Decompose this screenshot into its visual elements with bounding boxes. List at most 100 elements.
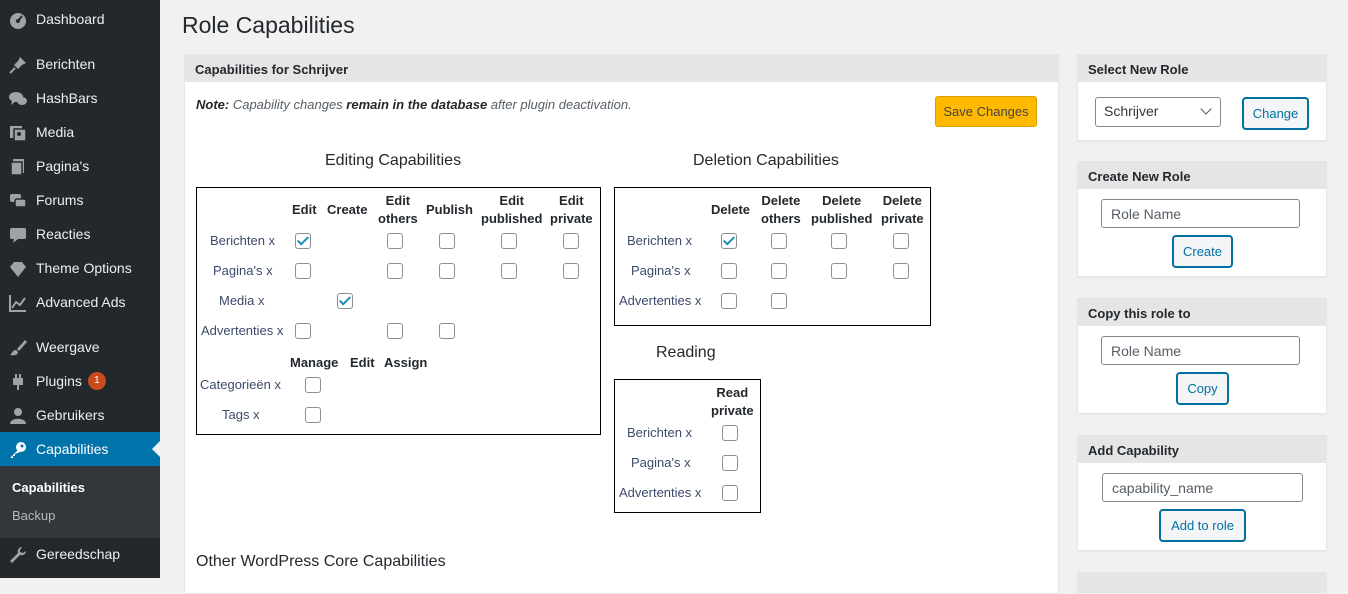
row-label-berichten: Berichten x bbox=[210, 233, 276, 248]
sidebar-item-berichten[interactable]: Berichten bbox=[0, 47, 160, 81]
sidebar-item-forums[interactable]: Forums bbox=[0, 183, 160, 217]
sidebar-item-paginas[interactable]: Pagina's bbox=[0, 149, 160, 183]
add-capability-box: Add Capability Add to role bbox=[1077, 435, 1327, 551]
sidebar-item-gebruikers[interactable]: Gebruikers bbox=[0, 398, 160, 432]
cb-advertenties-delete[interactable] bbox=[721, 293, 737, 309]
cb-paginas-delete-private[interactable] bbox=[893, 263, 909, 279]
cb-berichten-edit-others[interactable] bbox=[387, 233, 403, 249]
cb-berichten-publish[interactable] bbox=[439, 233, 455, 249]
row-label-categorieen: Categorieën x bbox=[200, 377, 281, 392]
col-header-delete-others: Delete others bbox=[761, 193, 801, 226]
cb-paginas-publish[interactable] bbox=[439, 263, 455, 279]
cb-berichten-delete-private[interactable] bbox=[893, 233, 909, 249]
cb-berichten-delete-published[interactable] bbox=[831, 233, 847, 249]
cb-advertenties-read-private[interactable] bbox=[722, 485, 738, 501]
copy-role-box: Copy this role to Copy bbox=[1077, 298, 1327, 414]
editing-capabilities-title: Editing Capabilities bbox=[325, 152, 462, 169]
cb-paginas-delete-others[interactable] bbox=[771, 263, 787, 279]
capability-name-input[interactable] bbox=[1102, 473, 1303, 502]
sidebar-item-capabilities[interactable]: Capabilities bbox=[0, 432, 160, 466]
sidebar-item-label: Media bbox=[36, 124, 75, 140]
col-header-edit-published: Edit published bbox=[481, 193, 543, 226]
submenu-item-capabilities[interactable]: Capabilities bbox=[12, 480, 85, 495]
checkmark-icon bbox=[338, 293, 352, 306]
comment-icon bbox=[8, 225, 28, 245]
sidebar-item-label: Reacties bbox=[36, 226, 91, 242]
cb-advertenties-publish[interactable] bbox=[439, 323, 455, 339]
submenu-item-backup[interactable]: Backup bbox=[12, 508, 55, 523]
sidebar-item-label: Dashboard bbox=[36, 11, 105, 27]
col-header-read-private: Read private bbox=[711, 385, 754, 418]
col-header-delete-published: Delete published bbox=[811, 193, 873, 226]
cb-tags-manage[interactable] bbox=[305, 407, 321, 423]
cb-paginas-edit[interactable] bbox=[295, 263, 311, 279]
sidebar-item-advanced-ads[interactable]: Advanced Ads bbox=[0, 285, 160, 319]
sidebar-item-plugins[interactable]: Plugins 1 bbox=[0, 364, 160, 398]
sidebar-item-label: Advanced Ads bbox=[36, 294, 126, 310]
cb-berichten-delete[interactable] bbox=[721, 233, 737, 249]
role-select[interactable]: Schrijver bbox=[1095, 97, 1221, 127]
row-label-paginas: Pagina's x bbox=[213, 263, 273, 278]
cb-paginas-delete-published[interactable] bbox=[831, 263, 847, 279]
col-header-delete-private: Delete private bbox=[881, 193, 924, 226]
page-title: Role Capabilities bbox=[182, 12, 355, 38]
cb-paginas-edit-published[interactable] bbox=[501, 263, 517, 279]
sidebar-item-label: Berichten bbox=[36, 56, 96, 72]
cb-paginas-edit-private[interactable] bbox=[563, 263, 579, 279]
wrench-icon bbox=[8, 545, 28, 565]
cb-categorieen-manage[interactable] bbox=[305, 377, 321, 393]
cb-berichten-edit-published[interactable] bbox=[501, 233, 517, 249]
admin-sidebar: Dashboard Berichten HashBars Media Pagin… bbox=[0, 0, 160, 578]
select-role-title: Select New Role bbox=[1078, 55, 1326, 82]
next-panel bbox=[1077, 572, 1327, 593]
row-label-paginas: Pagina's x bbox=[631, 263, 691, 278]
cb-paginas-read-private[interactable] bbox=[722, 455, 738, 471]
copy-role-button[interactable]: Copy bbox=[1177, 373, 1228, 404]
cb-advertenties-delete-others[interactable] bbox=[771, 293, 787, 309]
sidebar-item-label: HashBars bbox=[36, 90, 98, 106]
add-to-role-button[interactable]: Add to role bbox=[1160, 510, 1245, 541]
sidebar-item-reacties[interactable]: Reacties bbox=[0, 217, 160, 251]
change-role-button[interactable]: Change bbox=[1243, 98, 1308, 129]
col-header-assign: Assign bbox=[384, 355, 428, 370]
new-role-name-input[interactable] bbox=[1101, 199, 1300, 228]
cb-advertenties-edit-others[interactable] bbox=[387, 323, 403, 339]
col-header-manage: Manage bbox=[290, 355, 339, 370]
sidebar-item-hashbars[interactable]: HashBars bbox=[0, 81, 160, 115]
cb-berichten-read-private[interactable] bbox=[722, 425, 738, 441]
sidebar-item-dashboard[interactable]: Dashboard bbox=[0, 2, 160, 36]
cb-paginas-edit-others[interactable] bbox=[387, 263, 403, 279]
sidebar-item-weergave[interactable]: Weergave bbox=[0, 330, 160, 364]
reading-capabilities-table: Read private Berichten x Pagina's x Adver… bbox=[614, 379, 761, 513]
col-header-edit: Edit bbox=[292, 202, 317, 217]
row-label-paginas: Pagina's x bbox=[631, 455, 691, 470]
sidebar-item-label: Weergave bbox=[36, 339, 100, 355]
cb-berichten-edit-private[interactable] bbox=[563, 233, 579, 249]
update-count-badge: 1 bbox=[87, 372, 106, 391]
next-panel-header bbox=[1078, 573, 1326, 593]
editing-capabilities-table: Edit Create Edit others Publish Edit publi… bbox=[196, 187, 601, 435]
sidebar-item-label: Gebruikers bbox=[36, 407, 105, 423]
media-icon bbox=[8, 123, 28, 143]
sidebar-item-media[interactable]: Media bbox=[0, 115, 160, 149]
save-changes-button[interactable]: Save Changes bbox=[935, 96, 1037, 127]
cb-paginas-delete[interactable] bbox=[721, 263, 737, 279]
row-label-media: Media x bbox=[219, 293, 265, 308]
copy-role-name-input[interactable] bbox=[1101, 336, 1300, 365]
row-label-advertenties: Advertenties x bbox=[619, 293, 702, 308]
plugin-icon bbox=[8, 372, 28, 392]
capabilities-box-title: Capabilities for Schrijver bbox=[185, 55, 1058, 82]
cb-berichten-delete-others[interactable] bbox=[771, 233, 787, 249]
create-role-button[interactable]: Create bbox=[1173, 236, 1232, 267]
cb-advertenties-edit[interactable] bbox=[295, 323, 311, 339]
cb-berichten-edit[interactable] bbox=[295, 233, 311, 249]
row-label-advertenties: Advertenties x bbox=[201, 323, 284, 338]
create-role-title: Create New Role bbox=[1078, 162, 1326, 189]
cb-media-create[interactable] bbox=[337, 293, 353, 309]
sidebar-item-theme-options[interactable]: Theme Options bbox=[0, 251, 160, 285]
select-role-box: Select New Role Schrijver Change bbox=[1077, 54, 1327, 141]
sidebar-item-label: Pagina's bbox=[36, 158, 90, 174]
note-emphasis: remain in the database bbox=[346, 97, 488, 112]
sidebar-item-gereedschap[interactable]: Gereedschap bbox=[0, 537, 160, 571]
chart-icon bbox=[8, 293, 28, 313]
